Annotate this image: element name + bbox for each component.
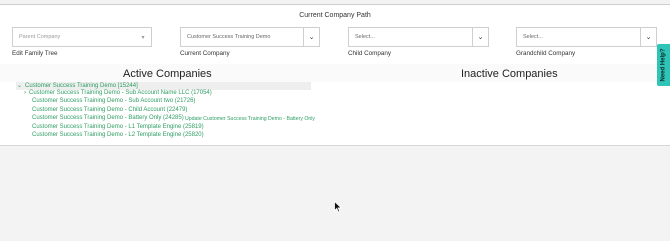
tree-item[interactable]: › Customer Success Training Demo - Sub Ac… xyxy=(24,90,212,96)
tree-item-label: Customer Success Training Demo - Sub Acc… xyxy=(29,90,212,96)
tree-item-label: Customer Success Training Demo - Child A… xyxy=(32,107,188,113)
inactive-companies-heading: Inactive Companies xyxy=(461,68,558,80)
current-company-label: Current Company xyxy=(180,50,230,57)
child-company-label: Child Company xyxy=(348,50,392,57)
tree-item-label: Customer Success Training Demo - Battery… xyxy=(32,115,184,121)
tree-item-label: Customer Success Training Demo - Sub Acc… xyxy=(32,98,196,104)
parent-company-value: Parent Company xyxy=(19,34,61,40)
tree-item[interactable]: ⌄ Customer Success Training Demo [15244] xyxy=(17,82,138,89)
need-help-label: Need Help? xyxy=(660,48,667,82)
need-help-tab[interactable]: Need Help? xyxy=(657,44,670,86)
grandchild-company-label: Grandchild Company xyxy=(516,50,576,57)
section-header-strip xyxy=(0,64,670,82)
child-company-select[interactable]: Select... ⌄ xyxy=(348,27,489,47)
page-title: Current Company Path xyxy=(299,12,371,19)
child-company-value: Select... xyxy=(355,34,375,40)
current-company-select[interactable]: Customer Success Training Demo ⌄ xyxy=(180,27,320,47)
tree-item-label: Customer Success Training Demo [15244] xyxy=(25,83,138,89)
current-company-value: Customer Success Training Demo xyxy=(187,34,271,40)
chevron-down-icon: ▾ xyxy=(141,34,145,41)
tree-item-label: Customer Success Training Demo - L1 Temp… xyxy=(32,124,204,130)
update-company-link[interactable]: Update Customer Success Training Demo - … xyxy=(185,116,315,122)
grandchild-company-select[interactable]: Select... ⌄ xyxy=(516,27,657,47)
chevron-down-icon: ⌄ xyxy=(472,28,488,46)
active-companies-heading: Active Companies xyxy=(123,68,212,80)
chevron-down-icon: ⌄ xyxy=(640,28,656,46)
chevron-down-icon: ⌄ xyxy=(303,28,319,46)
tree-item[interactable]: Customer Success Training Demo - L1 Temp… xyxy=(32,124,204,130)
chevron-down-icon[interactable]: ⌄ xyxy=(17,82,22,89)
tree-item[interactable]: Customer Success Training Demo - Sub Acc… xyxy=(32,98,195,104)
edit-family-tree-label[interactable]: Edit Family Tree xyxy=(12,50,58,57)
parent-company-select[interactable]: Parent Company ▾ xyxy=(12,27,152,47)
tree-item[interactable]: Customer Success Training Demo - L2 Temp… xyxy=(32,132,204,138)
tree-item-label: Customer Success Training Demo - L2 Temp… xyxy=(32,132,204,138)
tree-item[interactable]: Customer Success Training Demo - Battery… xyxy=(32,115,184,121)
tree-item[interactable]: Customer Success Training Demo - Child A… xyxy=(32,107,187,113)
mouse-cursor-icon xyxy=(334,201,342,213)
grandchild-company-value: Select... xyxy=(523,34,543,40)
chevron-right-icon[interactable]: › xyxy=(24,90,26,96)
